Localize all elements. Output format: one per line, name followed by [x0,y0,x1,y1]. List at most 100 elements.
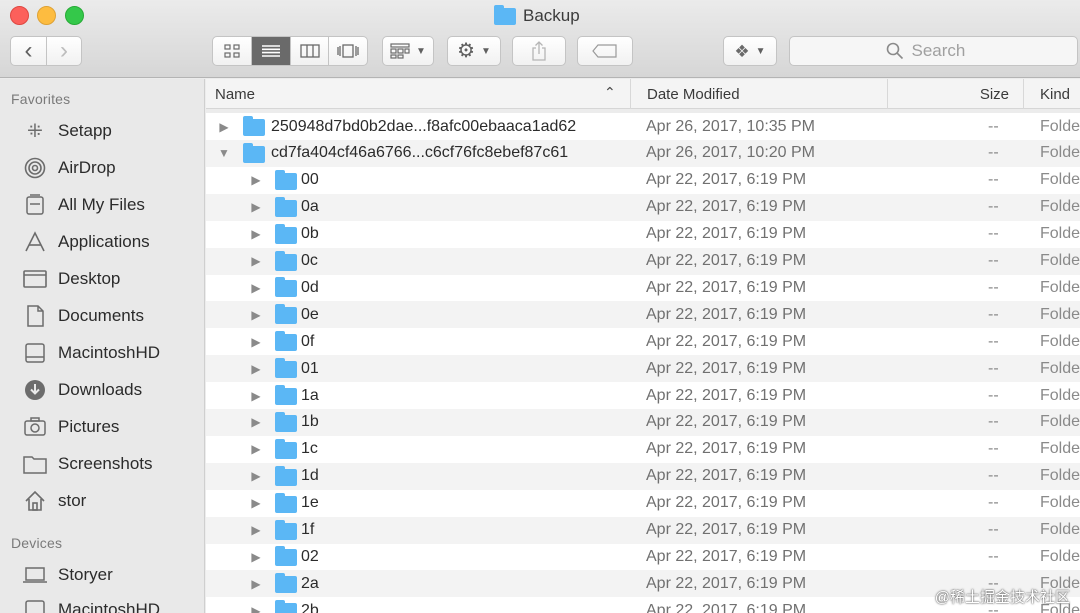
arrange-button[interactable]: ▼ [382,36,434,66]
file-name: 00 [301,171,319,189]
sidebar-item-downloads[interactable]: Downloads [22,375,202,405]
chevron-down-icon: ▼ [481,45,491,57]
disclosure-collapsed-icon[interactable]: ▶ [249,496,263,510]
table-row[interactable]: ▶ 0e Apr 22, 2017, 6:19 PM -- Folde [206,301,1080,329]
disclosure-collapsed-icon[interactable]: ▶ [249,227,263,241]
table-row[interactable]: ▶ 250948d7bd0b2dae...f8afc00ebaaca1ad62 Ap… [206,113,1080,140]
disclosure-collapsed-icon[interactable]: ▶ [217,120,231,134]
drive-icon [22,598,48,613]
icon-view-button[interactable] [213,37,251,65]
action-menu-button[interactable]: ⚙ ▼ [447,36,501,66]
file-kind: Folde [1040,440,1080,458]
file-kind: Folde [1040,386,1080,404]
search-input[interactable] [911,41,982,61]
folder-icon [243,142,265,163]
close-window-button[interactable] [10,6,29,25]
disclosure-collapsed-icon[interactable]: ▶ [249,604,263,613]
list-view-button[interactable] [251,37,290,65]
sidebar-item-device-macintoshhd[interactable]: MacintoshHD [22,595,202,613]
cover-flow-button[interactable] [328,37,367,65]
file-name: 01 [301,359,319,377]
view-mode-control [212,36,368,66]
date-column-label: Date Modified [647,85,740,103]
dropbox-icon: ❖ [734,41,750,61]
table-row[interactable]: ▶ 01 Apr 22, 2017, 6:19 PM -- Folde [206,355,1080,383]
minimize-window-button[interactable] [37,6,56,25]
sidebar-item-applications[interactable]: Applications [22,227,202,257]
table-row[interactable]: ▶ 0f Apr 22, 2017, 6:19 PM -- Folde [206,328,1080,355]
table-row[interactable]: ▶ 1b Apr 22, 2017, 6:19 PM -- Folde [206,408,1080,436]
sidebar-item-storyer[interactable]: Storyer [22,560,202,590]
table-row[interactable]: ▶ 0b Apr 22, 2017, 6:19 PM -- Folde [206,221,1080,248]
search-field[interactable] [789,36,1078,66]
list-icon [262,45,281,57]
disclosure-collapsed-icon[interactable]: ▶ [249,335,263,349]
table-row[interactable]: ▶ 1c Apr 22, 2017, 6:19 PM -- Folde [206,436,1080,463]
disclosure-collapsed-icon[interactable]: ▶ [249,415,263,429]
name-column-header[interactable]: Name [215,79,631,109]
table-row[interactable]: ▼ cd7fa404cf46a6766...c6cf76fc8ebef87c61 A… [206,139,1080,167]
tag-button[interactable] [577,36,633,66]
back-button[interactable]: ‹ [11,37,46,65]
sort-ascending-icon: ⌃ [604,84,616,100]
disclosure-collapsed-icon[interactable]: ▶ [249,254,263,268]
documents-icon [22,304,48,328]
table-row[interactable]: ▶ 1d Apr 22, 2017, 6:19 PM -- Folde [206,462,1080,490]
chevron-right-icon: › [59,37,68,64]
file-list: ▶ 250948d7bd0b2dae...f8afc00ebaaca1ad62 Ap… [206,113,1080,613]
share-button[interactable] [512,36,566,66]
disclosure-collapsed-icon[interactable]: ▶ [249,281,263,295]
disclosure-collapsed-icon[interactable]: ▶ [249,523,263,537]
table-row[interactable]: ▶ 00 Apr 22, 2017, 6:19 PM -- Folde [206,167,1080,194]
sidebar-item-label: stor [58,491,87,510]
column-view-button[interactable] [289,37,329,65]
disclosure-expanded-icon[interactable]: ▼ [217,146,231,160]
date-modified: Apr 22, 2017, 6:19 PM [646,467,807,485]
table-row[interactable]: ▶ 1a Apr 22, 2017, 6:19 PM -- Folde [206,382,1080,409]
sidebar-item-macintoshhd[interactable]: MacintoshHD [22,338,202,368]
disclosure-collapsed-icon[interactable]: ▶ [249,550,263,564]
file-size: -- [988,171,999,189]
table-row[interactable]: ▶ 0c Apr 22, 2017, 6:19 PM -- Folde [206,247,1080,275]
table-row[interactable]: ▶ 1f Apr 22, 2017, 6:19 PM -- Folde [206,516,1080,544]
forward-button[interactable]: › [45,37,81,65]
sidebar-item-pictures[interactable]: Pictures [22,412,202,442]
sidebar-item-all-my-files[interactable]: All My Files [22,190,202,220]
date-modified: Apr 22, 2017, 6:19 PM [646,574,807,592]
sidebar-item-documents[interactable]: Documents [22,301,202,331]
home-icon [22,489,48,513]
file-size: -- [988,547,999,565]
disclosure-collapsed-icon[interactable]: ▶ [249,389,263,403]
folder-icon [275,573,297,594]
laptop-icon [22,563,48,587]
disclosure-collapsed-icon[interactable]: ▶ [249,308,263,322]
disclosure-collapsed-icon[interactable]: ▶ [249,469,263,483]
sidebar-item-desktop[interactable]: Desktop [22,264,202,294]
table-row[interactable]: ▶ 0a Apr 22, 2017, 6:19 PM -- Folde [206,193,1080,221]
table-row[interactable]: ▶ 1e Apr 22, 2017, 6:19 PM -- Folde [206,490,1080,517]
sidebar-item-label: Applications [58,232,150,251]
disclosure-collapsed-icon[interactable]: ▶ [249,173,263,187]
chevron-down-icon: ▼ [416,45,426,57]
file-kind: Folde [1040,413,1080,431]
folder-icon [275,250,297,271]
sidebar-item-stor[interactable]: stor [22,486,202,516]
disclosure-collapsed-icon[interactable]: ▶ [249,200,263,214]
size-column-header[interactable]: Size [887,79,1023,109]
sidebar-item-airdrop[interactable]: AirDrop [22,153,202,183]
zoom-window-button[interactable] [65,6,84,25]
dropbox-button[interactable]: ❖ ▼ [723,36,777,66]
disclosure-collapsed-icon[interactable]: ▶ [249,577,263,591]
table-row[interactable]: ▶ 0d Apr 22, 2017, 6:19 PM -- Folde [206,274,1080,301]
kind-column-header[interactable]: Kind [1023,79,1080,109]
date-column-header[interactable]: Date Modified [630,79,888,109]
file-kind: Folde [1040,359,1080,377]
table-row[interactable]: ▶ 02 Apr 22, 2017, 6:19 PM -- Folde [206,543,1080,570]
sidebar-item-setapp[interactable]: ⁜ Setapp [22,116,202,146]
disclosure-collapsed-icon[interactable]: ▶ [249,362,263,376]
date-modified: Apr 22, 2017, 6:19 PM [646,386,807,404]
disclosure-collapsed-icon[interactable]: ▶ [249,442,263,456]
cover-flow-icon [337,44,359,58]
sidebar-item-screenshots[interactable]: Screenshots [22,449,202,479]
column-header: Name ⌃ Date Modified Size Kind [206,79,1080,109]
